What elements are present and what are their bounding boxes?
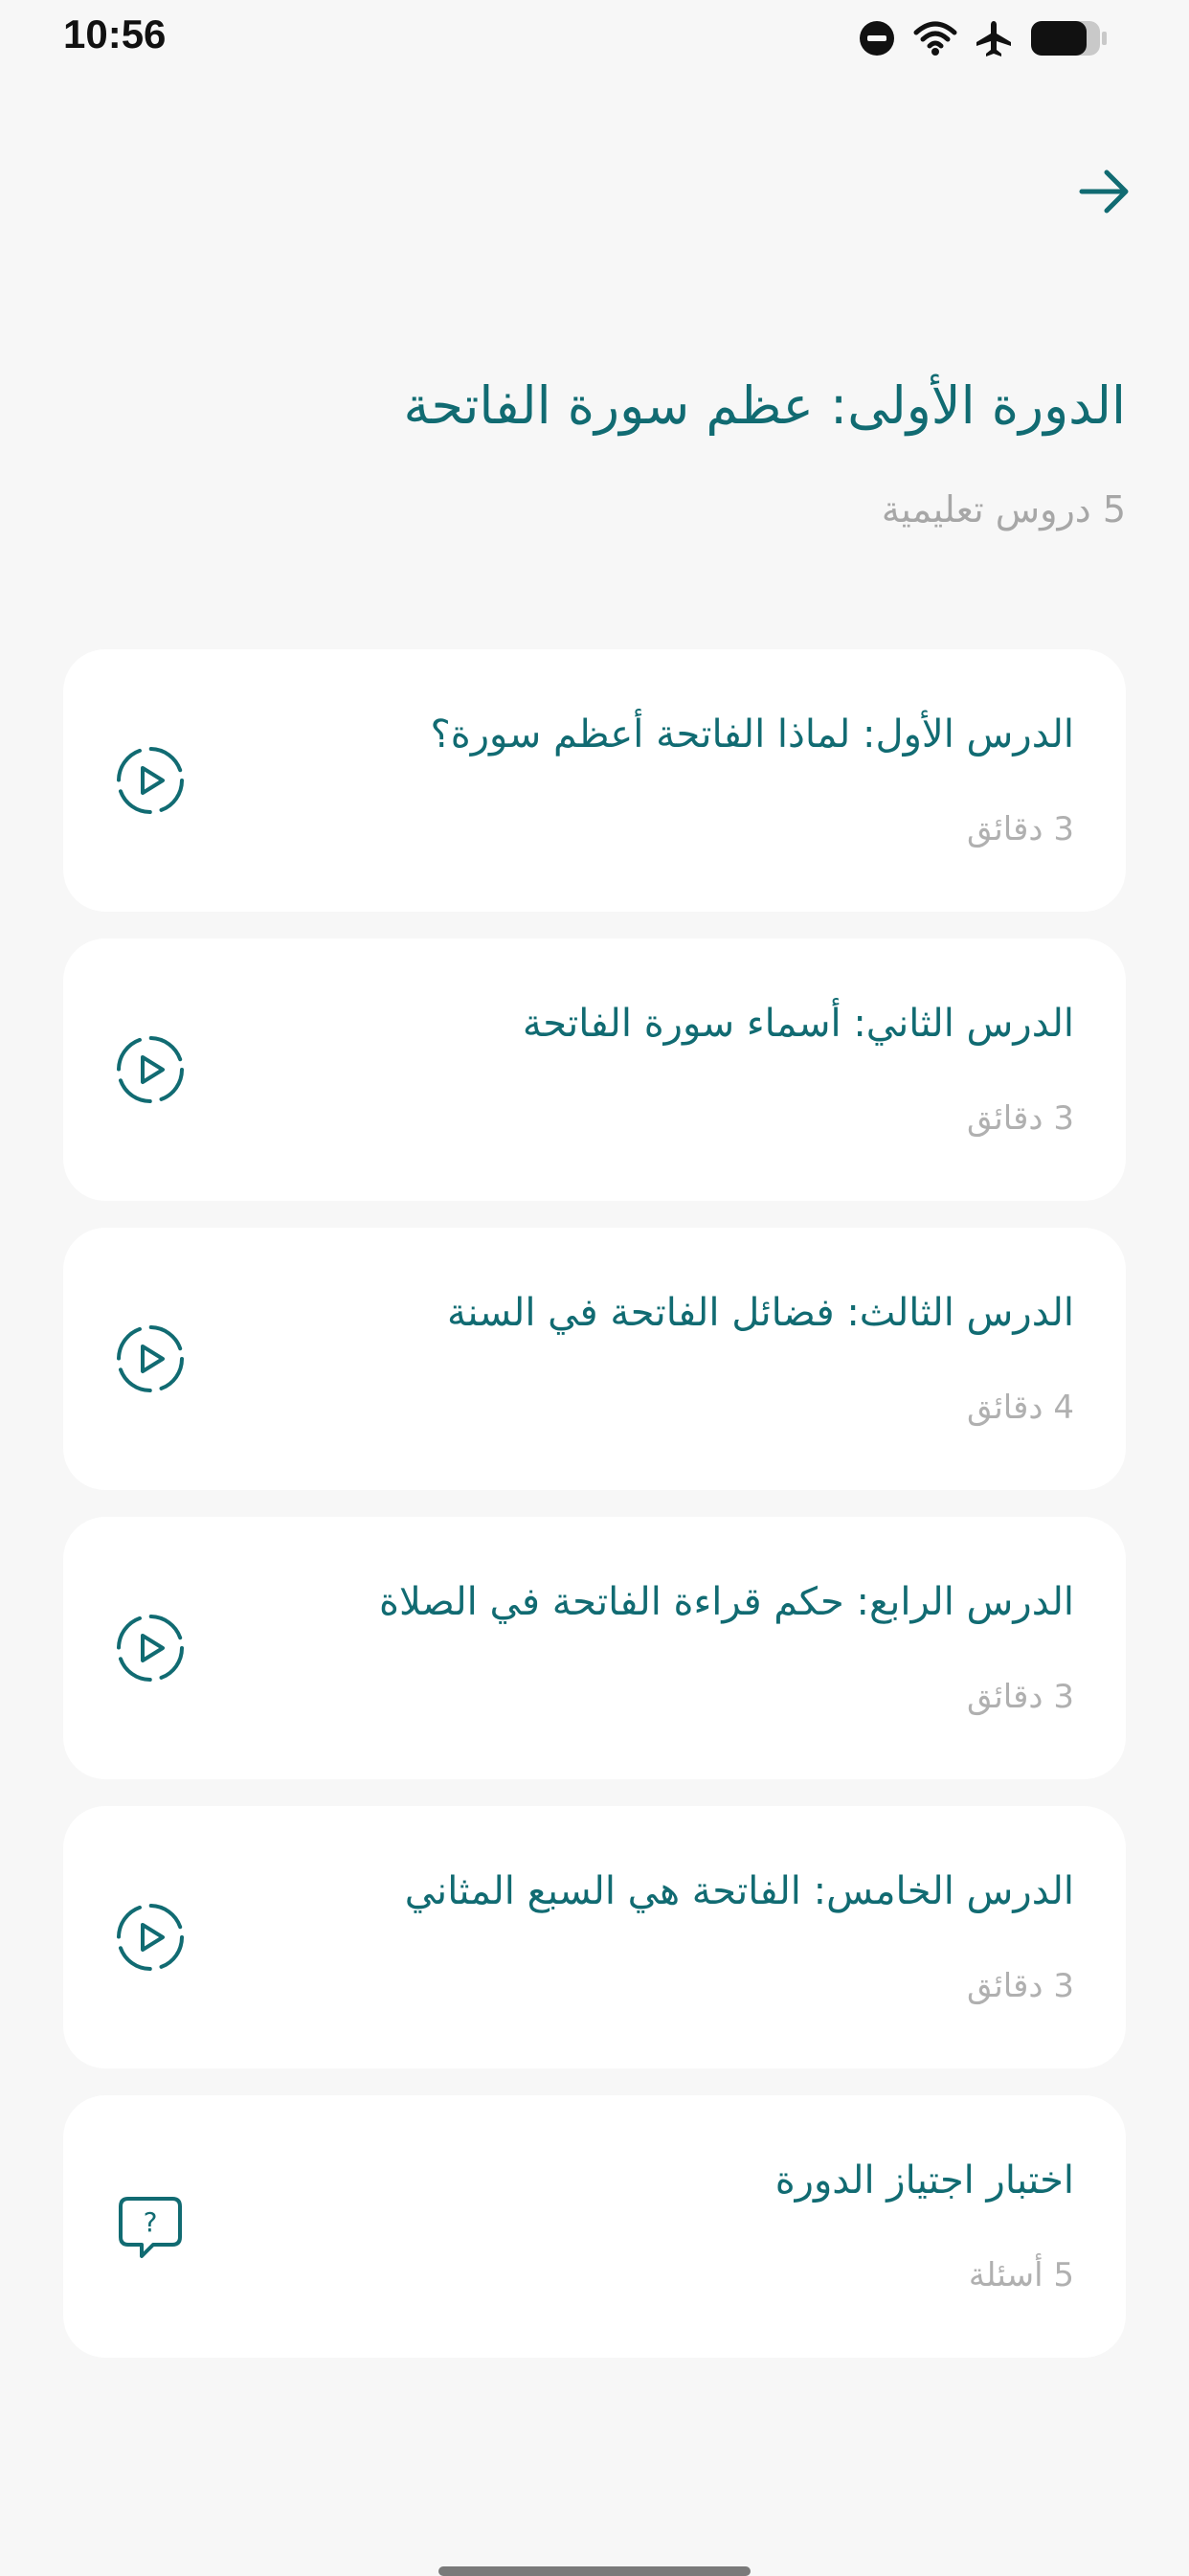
airplane-icon	[975, 19, 1013, 57]
wifi-icon	[913, 19, 957, 57]
lesson-card[interactable]: الدرس الثالث: فضائل الفاتحة في السنة 4 د…	[63, 1228, 1126, 1490]
lesson-title: الدرس الخامس: الفاتحة هي السبع المثاني	[404, 1869, 1074, 1913]
do-not-disturb-icon	[858, 19, 896, 57]
play-circle-icon	[115, 1034, 186, 1105]
status-icons	[858, 19, 1109, 57]
lesson-title: الدرس الأول: لماذا الفاتحة أعظم سورة؟	[430, 712, 1074, 757]
status-bar: 10:56	[0, 0, 1189, 77]
lesson-duration: 3 دقائق	[966, 1678, 1074, 1716]
course-title: الدورة الأولى: عظم سورة الفاتحة	[403, 375, 1126, 436]
course-subtitle: 5 دروس تعليمية	[881, 488, 1126, 531]
home-indicator	[438, 2566, 751, 2576]
quiz-question-count: 5 أسئلة	[968, 2256, 1074, 2294]
lessons-list: الدرس الأول: لماذا الفاتحة أعظم سورة؟ 3 …	[63, 649, 1126, 2384]
back-button[interactable]	[1076, 163, 1133, 220]
lesson-card[interactable]: الدرس الخامس: الفاتحة هي السبع المثاني 3…	[63, 1806, 1126, 2068]
play-circle-icon	[115, 1902, 186, 1973]
quiz-title: اختبار اجتياز الدورة	[774, 2158, 1074, 2203]
lesson-duration: 3 دقائق	[966, 810, 1074, 848]
lesson-duration: 4 دقائق	[966, 1389, 1074, 1427]
play-circle-icon	[115, 1323, 186, 1394]
svg-text:?: ?	[144, 2206, 158, 2238]
battery-icon	[1030, 19, 1109, 57]
lesson-title: الدرس الرابع: حكم قراءة الفاتحة في الصلا…	[378, 1580, 1074, 1624]
lesson-title: الدرس الثالث: فضائل الفاتحة في السنة	[446, 1291, 1074, 1335]
lesson-card[interactable]: الدرس الثاني: أسماء سورة الفاتحة 3 دقائق	[63, 938, 1126, 1201]
lesson-duration: 3 دقائق	[966, 1099, 1074, 1138]
quiz-bubble-icon: ?	[115, 2191, 186, 2262]
status-time: 10:56	[63, 11, 167, 56]
play-circle-icon	[115, 745, 186, 816]
arrow-right-icon	[1076, 169, 1133, 224]
quiz-card[interactable]: اختبار اجتياز الدورة 5 أسئلة ?	[63, 2095, 1126, 2358]
lesson-card[interactable]: الدرس الرابع: حكم قراءة الفاتحة في الصلا…	[63, 1517, 1126, 1779]
lesson-card[interactable]: الدرس الأول: لماذا الفاتحة أعظم سورة؟ 3 …	[63, 649, 1126, 912]
lesson-title: الدرس الثاني: أسماء سورة الفاتحة	[522, 1002, 1074, 1046]
lesson-duration: 3 دقائق	[966, 1967, 1074, 2005]
play-circle-icon	[115, 1613, 186, 1683]
